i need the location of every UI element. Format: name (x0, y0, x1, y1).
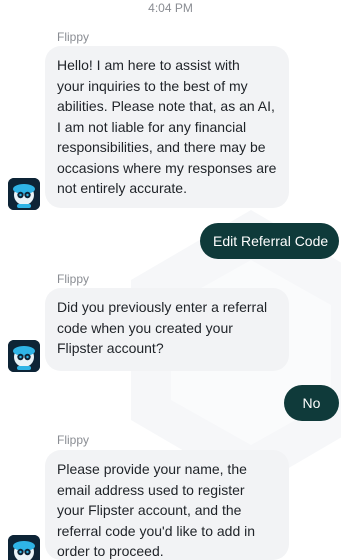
message-timestamp: 4:04 PM (148, 1, 193, 15)
flippy-avatar-icon (8, 535, 40, 560)
flippy-avatar-icon (8, 178, 40, 210)
bot-message-bubble: Please provide your name, the email addr… (45, 450, 289, 560)
user-message-bubble: No (284, 385, 339, 421)
bot-message-bubble: Did you previously enter a referral code… (45, 288, 289, 371)
sender-name: Flippy (57, 30, 90, 44)
user-message-bubble: Edit Referral Code (200, 223, 339, 259)
sender-name: Flippy (57, 433, 90, 447)
chat-window: 4:04 PM Flippy Hello! I am here to assis… (0, 0, 341, 560)
flippy-avatar-icon (8, 340, 40, 372)
sender-name: Flippy (57, 272, 90, 286)
bot-message-bubble: Hello! I am here to assist with your inq… (45, 46, 289, 208)
